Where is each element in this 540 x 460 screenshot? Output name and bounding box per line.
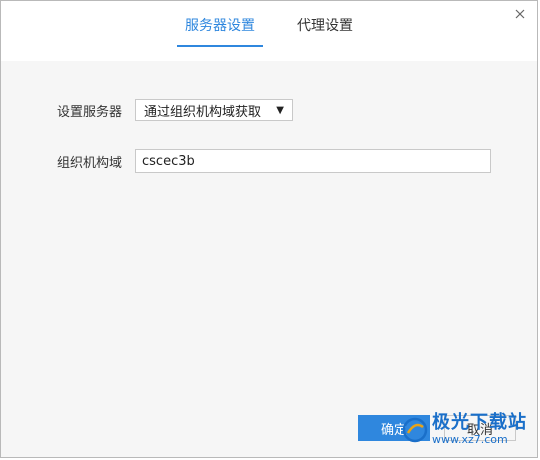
tab-server-settings[interactable]: 服务器设置 bbox=[177, 15, 263, 47]
watermark-sub-text: www.xz7.com bbox=[432, 433, 508, 446]
settings-dialog: 服务器设置 代理设置 设置服务器 通过组织机构域获取 ▼ 组织机构域 cscec… bbox=[0, 0, 538, 458]
close-icon bbox=[515, 9, 525, 19]
org-domain-value: cscec3b bbox=[142, 153, 195, 169]
org-domain-row: 组织机构域 cscec3b bbox=[57, 149, 491, 173]
tab-proxy-settings[interactable]: 代理设置 bbox=[289, 15, 361, 45]
dialog-header: 服务器设置 代理设置 bbox=[1, 1, 537, 61]
watermark-main-text: 极光下载站 bbox=[432, 412, 527, 433]
server-select-value: 通过组织机构域获取 bbox=[144, 104, 262, 120]
watermark-text: 极光下载站 www.xz7.com bbox=[432, 412, 527, 446]
org-domain-input[interactable]: cscec3b bbox=[135, 149, 491, 173]
watermark: 极光下载站 www.xz7.com bbox=[402, 414, 527, 445]
watermark-logo-icon bbox=[402, 417, 428, 442]
close-button[interactable] bbox=[511, 5, 529, 23]
org-domain-label: 组织机构域 bbox=[57, 155, 123, 171]
server-select[interactable]: 通过组织机构域获取 ▼ bbox=[135, 99, 293, 121]
server-label: 设置服务器 bbox=[57, 104, 123, 120]
tab-bar: 服务器设置 代理设置 bbox=[1, 15, 537, 47]
server-row: 设置服务器 通过组织机构域获取 ▼ bbox=[57, 99, 293, 121]
dropdown-arrow-icon: ▼ bbox=[276, 104, 284, 116]
